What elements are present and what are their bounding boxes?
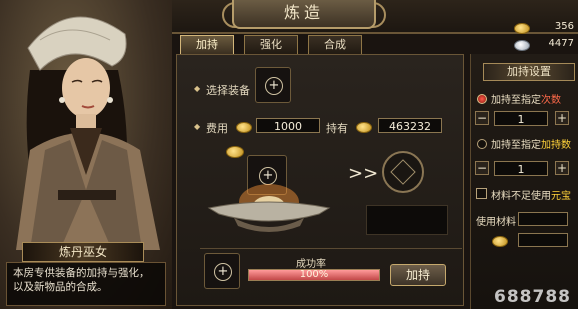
npc-name: 炼丹巫女: [22, 242, 144, 262]
result-diamond-icon: [390, 159, 416, 185]
decrease-count-button[interactable]: −: [475, 161, 489, 175]
count-value[interactable]: 1: [494, 161, 548, 176]
option-times-prefix: 加持至指定: [491, 95, 541, 106]
own-label: 持有: [326, 122, 348, 135]
fee-label: 费用: [206, 122, 228, 135]
option-times-label: 加持至指定次数: [491, 91, 561, 106]
gold-amount: 356: [554, 21, 574, 32]
plus-icon: +: [214, 263, 232, 281]
success-rate-bar: 100%: [248, 269, 380, 281]
equipment-slot[interactable]: +: [255, 67, 291, 103]
plus-icon: +: [265, 77, 283, 95]
option-times-radio[interactable]: [477, 94, 487, 104]
enhance-button[interactable]: 加持: [390, 264, 446, 286]
success-rate-text: 100%: [299, 269, 329, 280]
silver-ingot-icon: [492, 236, 508, 247]
success-rate-label: 成功率: [296, 259, 326, 270]
settings-title: 加持设置: [483, 63, 575, 81]
option-count-prefix: 加持至指定: [491, 140, 541, 151]
use-yuanbao-prefix: 材料不足使用: [491, 191, 551, 202]
decrease-times-button[interactable]: −: [475, 111, 489, 125]
use-material-label: 使用材料: [476, 217, 516, 228]
gold-coin-icon: [356, 122, 372, 133]
option-count-radio[interactable]: [477, 139, 487, 149]
extra-material-slot[interactable]: +: [204, 253, 240, 289]
forge-cauldron-icon: [207, 184, 331, 232]
option-count-label: 加持至指定加持数: [491, 136, 571, 151]
gold-coin-icon: [236, 122, 252, 133]
increase-times-button[interactable]: +: [555, 111, 569, 125]
divider: [200, 248, 462, 249]
window-title: 炼造: [232, 0, 376, 29]
use-material-box: [518, 212, 568, 226]
tab-synthesize[interactable]: 合成: [308, 35, 362, 55]
own-value: 463232: [378, 118, 442, 133]
option-times-suffix: 次数: [541, 95, 561, 106]
tab-strengthen[interactable]: 强化: [244, 35, 298, 55]
arrow-right-icon: >>: [348, 163, 379, 184]
watermark: 688788: [494, 287, 571, 307]
yuanbao-cost-box: [518, 233, 568, 247]
select-equipment-label: 选择装备: [206, 84, 250, 97]
use-yuanbao-checkbox[interactable]: [476, 188, 487, 199]
use-yuanbao-label: 材料不足使用元宝: [491, 187, 571, 202]
npc-description: 本房专供装备的加持与强化，以及新物品的合成。: [6, 262, 166, 306]
tab-enhance[interactable]: 加持: [180, 35, 234, 55]
result-preview-box: [366, 205, 448, 235]
times-value[interactable]: 1: [494, 111, 548, 126]
gold-ingot-icon: [226, 146, 244, 158]
bullet-icon: ◆: [194, 122, 201, 131]
option-count-suffix: 加持数: [541, 140, 571, 151]
bullet-icon: ◆: [194, 84, 201, 93]
silver-amount: 4477: [548, 38, 574, 49]
use-yuanbao-suffix: 元宝: [551, 191, 571, 202]
increase-count-button[interactable]: +: [555, 161, 569, 175]
fee-value: 1000: [256, 118, 320, 133]
result-slot: [382, 151, 424, 193]
